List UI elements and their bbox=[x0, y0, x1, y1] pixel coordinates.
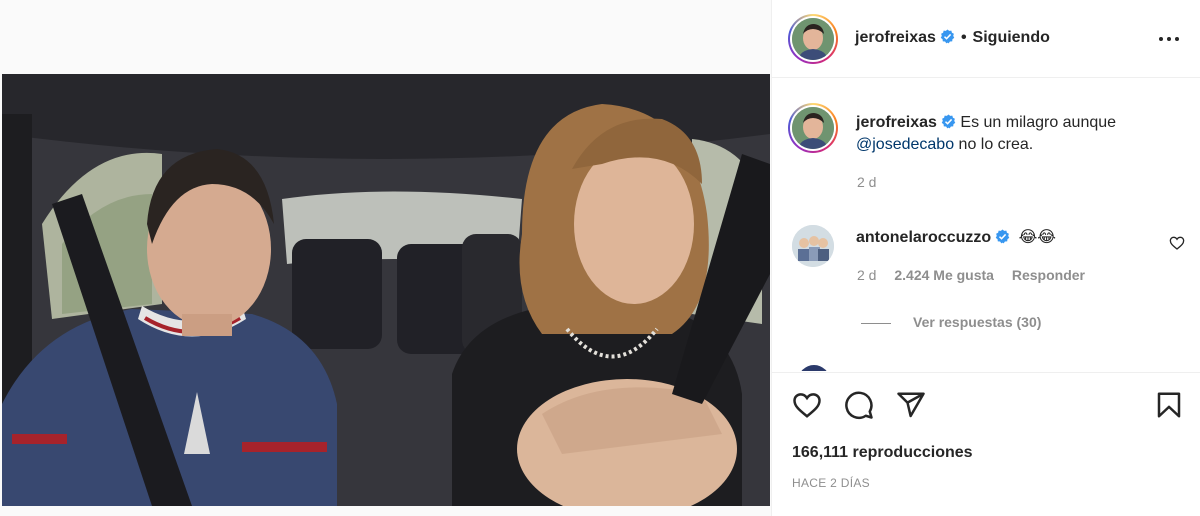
views-count[interactable]: 166,111 reproducciones bbox=[792, 444, 973, 462]
heart-icon[interactable] bbox=[792, 390, 822, 420]
comment-like-heart-icon[interactable] bbox=[1169, 235, 1185, 251]
caption-text-start: Es un milagro aunque bbox=[960, 114, 1117, 131]
post-video[interactable] bbox=[2, 74, 770, 506]
following-button[interactable]: Siguiendo bbox=[973, 29, 1050, 46]
comment-icon[interactable] bbox=[844, 390, 874, 420]
author-avatar-image bbox=[792, 18, 834, 60]
posted-time[interactable]: HACE 2 DÍAS bbox=[792, 476, 870, 490]
media-bottom-strip bbox=[0, 506, 771, 516]
verified-badge-icon bbox=[995, 229, 1010, 244]
post-side-panel: jerofreixas • Siguiendo jerofreixas Es un … bbox=[771, 0, 1200, 516]
post-caption: jerofreixas Es un milagro aunque @josede… bbox=[856, 112, 1176, 156]
paper-plane-icon[interactable] bbox=[896, 390, 926, 420]
comment-time[interactable]: 2 d bbox=[857, 267, 876, 283]
header-separator: • bbox=[960, 29, 967, 46]
replies-divider-line bbox=[861, 322, 891, 324]
comment-username[interactable]: antonelaroccuzzo bbox=[856, 229, 991, 246]
comment-avatar-image bbox=[792, 225, 834, 267]
caption-text-end: no lo crea. bbox=[954, 136, 1034, 153]
author-avatar[interactable] bbox=[788, 14, 838, 64]
caption-avatar-image bbox=[792, 107, 834, 149]
media-pane bbox=[0, 0, 771, 516]
comments-section: jerofreixas Es un milagro aunque @josede… bbox=[772, 79, 1200, 371]
next-comment-avatar[interactable] bbox=[798, 365, 830, 371]
comment-reply-button[interactable]: Responder bbox=[1012, 267, 1085, 283]
verified-badge-icon bbox=[940, 29, 955, 44]
caption-mention-link[interactable]: @josedecabo bbox=[856, 136, 954, 153]
view-replies-label: Ver respuestas (30) bbox=[913, 314, 1042, 330]
bookmark-icon[interactable] bbox=[1154, 390, 1184, 420]
comment-emoji: 😂😂 bbox=[1018, 229, 1056, 246]
post-header: jerofreixas • Siguiendo bbox=[772, 0, 1200, 78]
more-options-icon[interactable] bbox=[1157, 28, 1181, 50]
post-actions: 166,111 reproducciones HACE 2 DÍAS bbox=[772, 372, 1200, 516]
comment-likes[interactable]: 2.424 Me gusta bbox=[894, 267, 994, 283]
comment-text: antonelaroccuzzo 😂😂 bbox=[856, 227, 1056, 247]
video-frame bbox=[2, 74, 770, 506]
verified-badge-icon bbox=[941, 114, 956, 129]
caption-avatar[interactable] bbox=[788, 103, 838, 153]
caption-timestamp[interactable]: 2 d bbox=[857, 174, 876, 190]
view-replies-button[interactable]: Ver respuestas (30) bbox=[861, 314, 1041, 330]
author-username[interactable]: jerofreixas bbox=[855, 29, 936, 46]
caption-username[interactable]: jerofreixas bbox=[856, 114, 937, 131]
comment-meta: 2 d 2.424 Me gusta Responder bbox=[857, 267, 1099, 283]
comment-avatar[interactable] bbox=[792, 225, 834, 267]
